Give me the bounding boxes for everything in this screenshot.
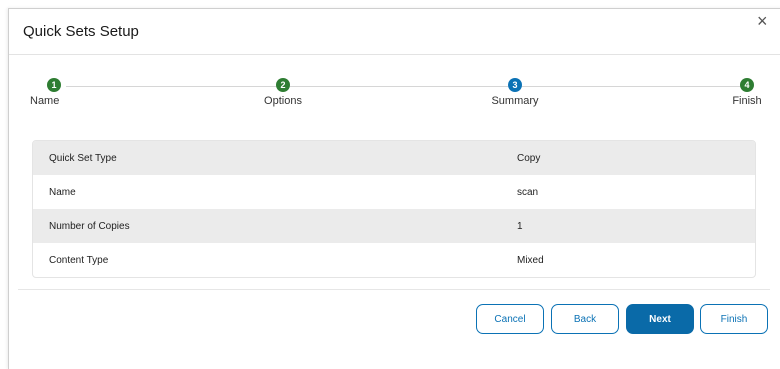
stepper-connector	[290, 86, 508, 87]
step-4-icon: 4	[740, 78, 754, 92]
wizard-stepper: 1 Name 2 Options 3 Summary 4 Finish	[0, 78, 780, 118]
step-name[interactable]: 1 Name	[30, 78, 72, 107]
row-value: scan	[517, 186, 539, 198]
row-value: Mixed	[517, 254, 544, 266]
stepper-connector	[522, 86, 740, 87]
dialog-header: Quick Sets Setup	[9, 9, 780, 55]
table-row: Quick Set Type Copy	[33, 141, 755, 175]
step-options[interactable]: 2 Options	[258, 78, 308, 107]
step-label: Finish	[732, 95, 762, 107]
table-row: Name scan	[33, 175, 755, 209]
stepper-connector	[66, 86, 276, 87]
dialog-title: Quick Sets Setup	[23, 23, 139, 40]
row-key: Number of Copies	[49, 220, 130, 232]
step-finish[interactable]: 4 Finish	[727, 78, 767, 107]
finish-button[interactable]: Finish	[700, 304, 768, 334]
row-value: 1	[517, 220, 523, 232]
row-key: Content Type	[49, 254, 109, 266]
step-2-icon: 2	[276, 78, 290, 92]
step-label: Summary	[491, 95, 539, 107]
back-button[interactable]: Back	[551, 304, 619, 334]
step-label: Options	[264, 95, 302, 107]
row-key: Quick Set Type	[49, 152, 117, 164]
step-1-icon: 1	[47, 78, 61, 92]
next-button[interactable]: Next	[626, 304, 694, 334]
table-row: Number of Copies 1	[33, 209, 755, 243]
footer-divider	[18, 289, 770, 290]
row-key: Name	[49, 186, 76, 198]
summary-table: Quick Set Type Copy Name scan Number of …	[32, 140, 756, 278]
step-3-icon: 3	[508, 78, 522, 92]
step-summary[interactable]: 3 Summary	[490, 78, 540, 107]
close-icon[interactable]: ×	[757, 12, 768, 30]
table-row: Content Type Mixed	[33, 243, 755, 277]
row-value: Copy	[517, 152, 541, 164]
cancel-button[interactable]: Cancel	[476, 304, 544, 334]
step-label: Name	[30, 95, 60, 107]
